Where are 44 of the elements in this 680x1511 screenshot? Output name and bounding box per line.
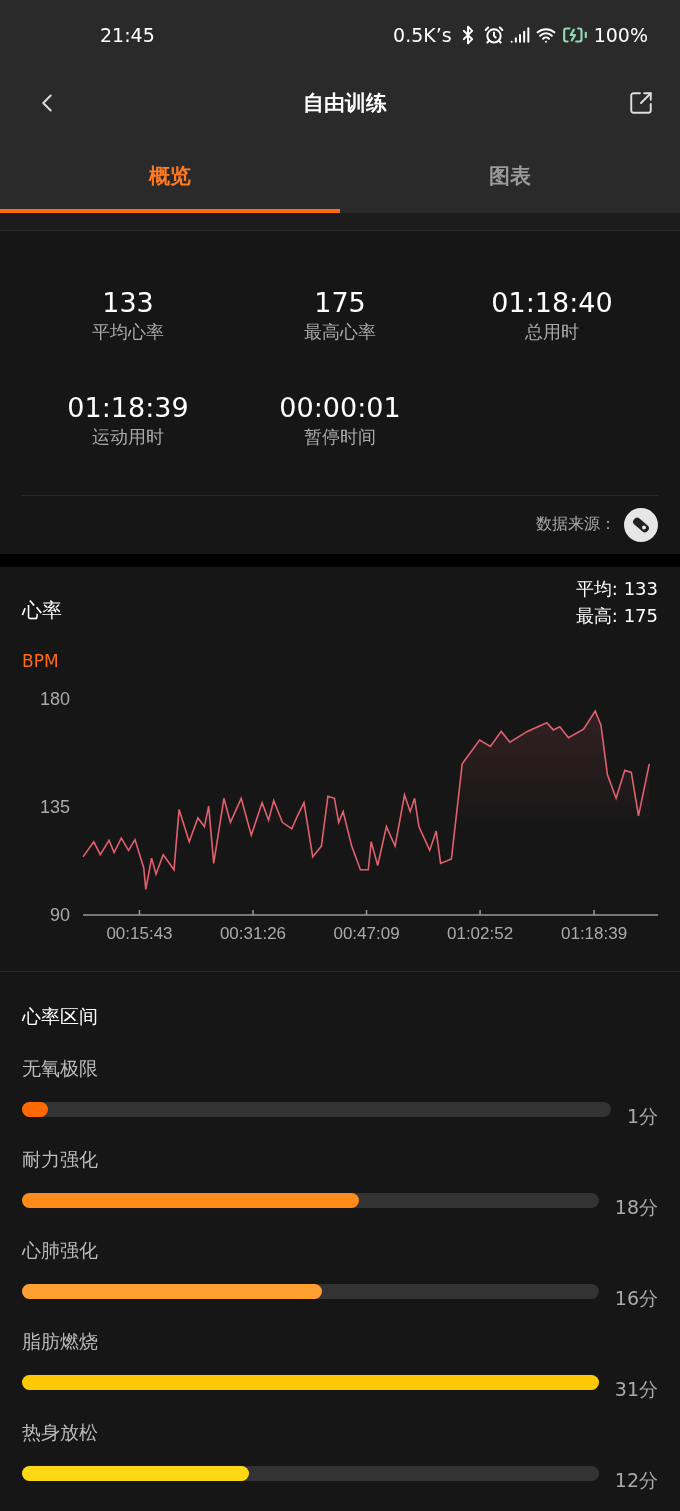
max-heart-rate: 最高: 175 xyxy=(575,604,658,628)
zone-name: 耐力强化 xyxy=(22,1147,99,1172)
battery-level: 100% xyxy=(593,24,648,46)
section-title: 心率区间 xyxy=(22,1004,99,1029)
zone-name: 脂肪燃烧 xyxy=(22,1329,99,1354)
x-tick-label: 00:31:26 xyxy=(219,924,287,943)
signal-icon xyxy=(509,25,530,45)
section-title: 心率 xyxy=(22,597,62,624)
zone-name: 无氧极限 xyxy=(22,1056,99,1081)
stat-value: 01:18:40 xyxy=(491,286,613,318)
stat-value: 175 xyxy=(314,286,366,318)
status-time: 21:45 xyxy=(100,24,156,46)
zone-duration: 18分 xyxy=(614,1195,658,1220)
stat-value: 00:00:01 xyxy=(279,391,401,423)
average-heart-rate: 平均: 133 xyxy=(575,577,658,601)
stat-label: 暂停时间 xyxy=(304,424,376,449)
zone-duration: 12分 xyxy=(614,1468,658,1493)
page-title: 自由训练 xyxy=(303,89,387,117)
zone-duration: 16分 xyxy=(614,1286,658,1311)
y-tick-label: 135 xyxy=(39,797,70,817)
zone-duration: 31分 xyxy=(614,1377,658,1402)
stat-label: 最高心率 xyxy=(304,319,376,344)
y-tick-label: 180 xyxy=(39,689,70,709)
stat-label: 平均心率 xyxy=(92,319,164,344)
share-icon xyxy=(628,89,654,116)
stat-value: 01:18:39 xyxy=(67,391,189,423)
y-tick-label: 90 xyxy=(49,905,70,925)
stat-value: 133 xyxy=(102,286,154,318)
tab[interactable]: 图表 xyxy=(340,135,680,213)
zone-duration: 1分 xyxy=(626,1104,658,1129)
stat-label: 运动用时 xyxy=(92,424,164,449)
x-tick-label: 01:02:52 xyxy=(447,924,514,943)
data-source-label: 数据来源： xyxy=(536,514,616,536)
x-tick-label: 00:15:43 xyxy=(106,924,173,943)
y-axis-label: BPM xyxy=(22,651,60,671)
x-tick-label: 00:47:09 xyxy=(333,924,400,943)
band-device-icon[interactable] xyxy=(624,507,658,542)
network-speed: 0.5K’s xyxy=(393,24,452,46)
wifi-icon xyxy=(535,25,556,45)
stat-label: 总用时 xyxy=(525,319,579,344)
x-tick-label: 01:18:39 xyxy=(561,924,628,943)
zone-name: 心肺强化 xyxy=(22,1238,99,1263)
alarm-icon xyxy=(483,25,504,45)
zone-name: 热身放松 xyxy=(22,1420,99,1445)
